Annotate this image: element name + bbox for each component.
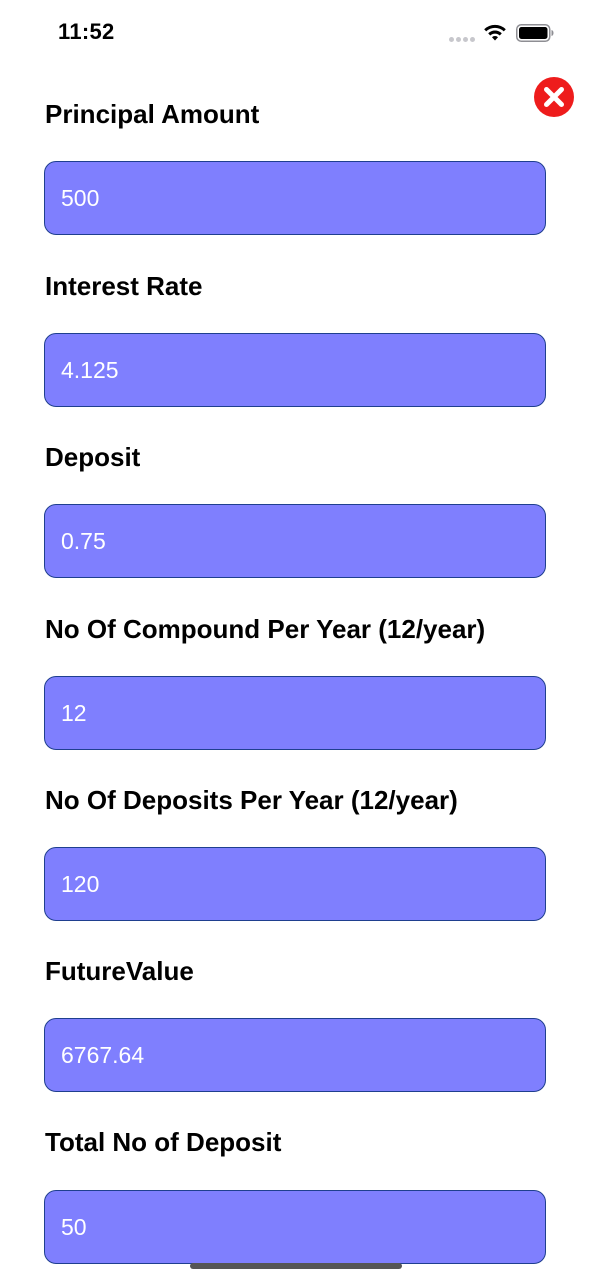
interest-rate-label: Interest Rate (45, 271, 203, 301)
status-bar: 11:52 (0, 0, 592, 64)
close-circle-icon (544, 87, 564, 107)
compound-per-year-label: No Of Compound Per Year (12/year) (45, 614, 486, 644)
total-deposit-label: Total No of Deposit (45, 1127, 282, 1157)
battery-icon (516, 24, 554, 42)
wifi-icon (484, 24, 506, 41)
future-value-label: FutureValue (45, 956, 194, 986)
cellular-signal-icon (449, 37, 477, 43)
future-value-input[interactable] (44, 1018, 546, 1092)
compound-per-year-input[interactable] (44, 676, 546, 750)
home-indicator[interactable] (190, 1263, 402, 1269)
deposits-per-year-label: No Of Deposits Per Year (12/year) (45, 785, 458, 815)
total-deposit-input[interactable] (44, 1190, 546, 1264)
deposit-input[interactable] (44, 504, 546, 578)
deposit-label: Deposit (45, 442, 141, 472)
status-time: 11:52 (58, 19, 115, 44)
principal-amount-label: Principal Amount (45, 99, 260, 129)
deposits-per-year-input[interactable] (44, 847, 546, 921)
interest-rate-input[interactable] (44, 333, 546, 407)
principal-amount-input[interactable] (44, 161, 546, 235)
close-button[interactable] (534, 77, 574, 117)
